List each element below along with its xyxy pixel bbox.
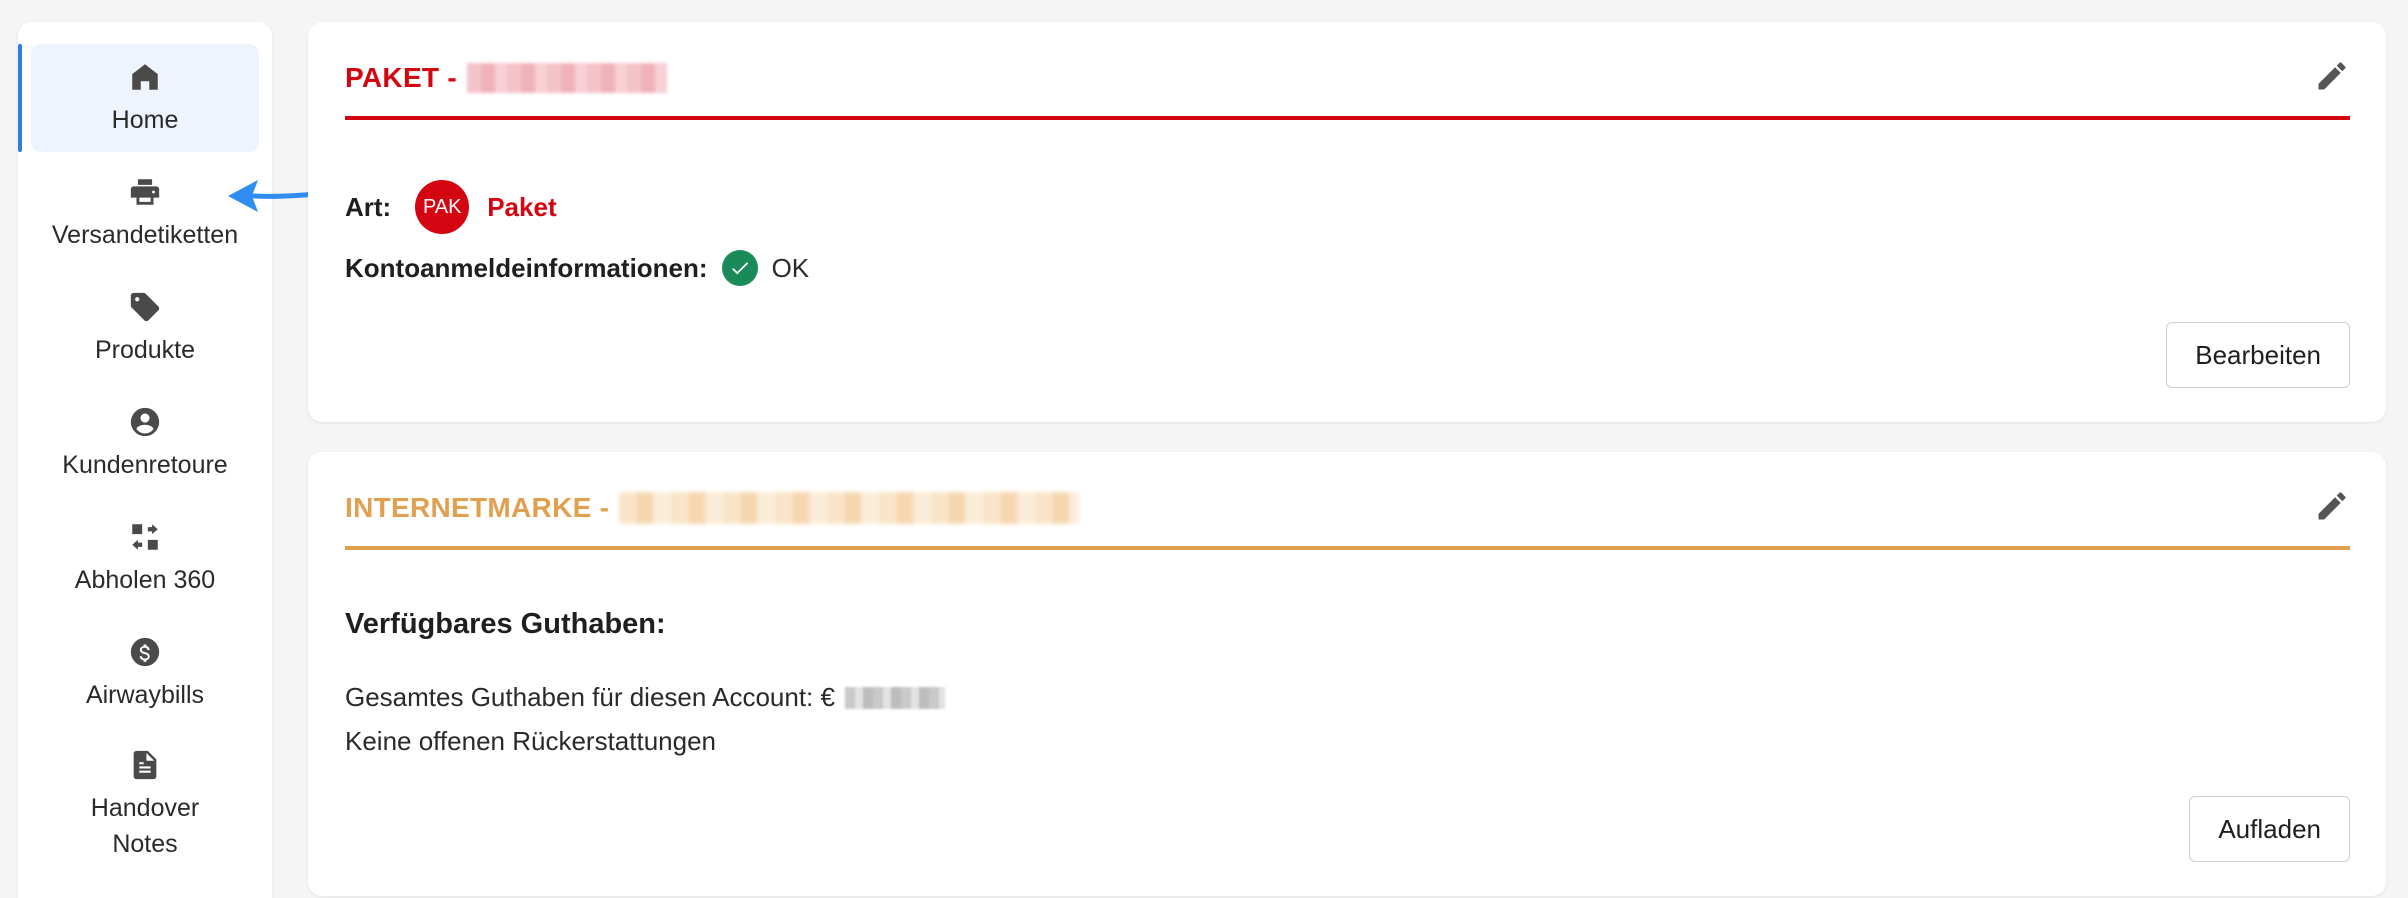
edit-pencil-icon[interactable] xyxy=(2314,488,2350,524)
internetmarke-card: INTERNETMARKE - Verfügbares Guthaben: Ge… xyxy=(308,452,2386,896)
internetmarke-title-text: INTERNETMARKE - xyxy=(345,492,610,523)
total-balance-label: Gesamtes Guthaben für diesen Account: € xyxy=(345,682,835,712)
redacted-account-name xyxy=(619,492,1080,524)
paket-card: PAKET - Art: PAK Paket Kontoanmeldeinfor… xyxy=(308,22,2386,422)
sidebar-item-label: Airwaybills xyxy=(85,681,205,709)
sidebar-item-kundenretoure[interactable]: Kundenretoure xyxy=(31,389,259,497)
edit-pencil-icon[interactable] xyxy=(2314,58,2350,94)
aufladen-button[interactable]: Aufladen xyxy=(2189,796,2350,862)
annotation-arrow-icon xyxy=(228,180,320,212)
sidebar-item-label: Versandetiketten xyxy=(51,221,239,249)
sidebar-item-label: Kundenretoure xyxy=(62,451,228,479)
product-type-name: Paket xyxy=(487,191,557,222)
account-circle-icon xyxy=(126,403,164,441)
sidebar-nav: Home Versandetiketten Produkte Kundenret… xyxy=(18,22,272,898)
art-label: Art: xyxy=(345,191,392,222)
document-icon xyxy=(126,746,164,784)
paket-card-title: PAKET - xyxy=(345,62,668,94)
credentials-label: Kontoanmeldeinformationen: xyxy=(345,252,708,283)
tag-icon xyxy=(126,288,164,326)
credentials-row: Kontoanmeldeinformationen: OK xyxy=(345,250,809,286)
printer-icon xyxy=(126,173,164,211)
paket-title-text: PAKET - xyxy=(345,62,458,93)
sidebar-item-label: Handover Notes xyxy=(90,794,200,858)
credentials-status: OK xyxy=(771,252,810,283)
bearbeiten-button[interactable]: Bearbeiten xyxy=(2166,322,2350,388)
redacted-account-name xyxy=(467,63,668,93)
pak-badge: PAK xyxy=(415,180,470,234)
dollar-circle-icon xyxy=(126,633,164,671)
sidebar-item-label: Abholen 360 xyxy=(74,566,216,594)
sidebar-item-label: Produkte xyxy=(94,336,196,364)
redacted-balance-amount xyxy=(844,686,945,709)
check-circle-icon xyxy=(721,250,758,286)
internetmarke-title-divider xyxy=(345,546,2350,550)
sidebar-item-home[interactable]: Home xyxy=(31,44,259,152)
balance-heading: Verfügbares Guthaben: xyxy=(345,608,666,640)
paket-title-divider xyxy=(345,116,2350,120)
art-row: Art: PAK Paket xyxy=(345,180,557,234)
sidebar-item-handover-notes[interactable]: Handover Notes xyxy=(31,734,259,874)
refunds-status: Keine offenen Rückerstattungen xyxy=(345,726,717,756)
sidebar-item-produkte[interactable]: Produkte xyxy=(31,274,259,382)
home-icon xyxy=(126,58,164,96)
sidebar-item-airwaybills[interactable]: Airwaybills xyxy=(31,619,259,727)
internetmarke-card-title: INTERNETMARKE - xyxy=(345,492,1080,524)
active-indicator xyxy=(18,44,22,152)
sidebar-item-label: Home xyxy=(111,106,179,134)
total-balance-line: Gesamtes Guthaben für diesen Account: € xyxy=(345,682,945,713)
swap-icon xyxy=(126,518,164,556)
sidebar-item-abholen-360[interactable]: Abholen 360 xyxy=(31,504,259,612)
